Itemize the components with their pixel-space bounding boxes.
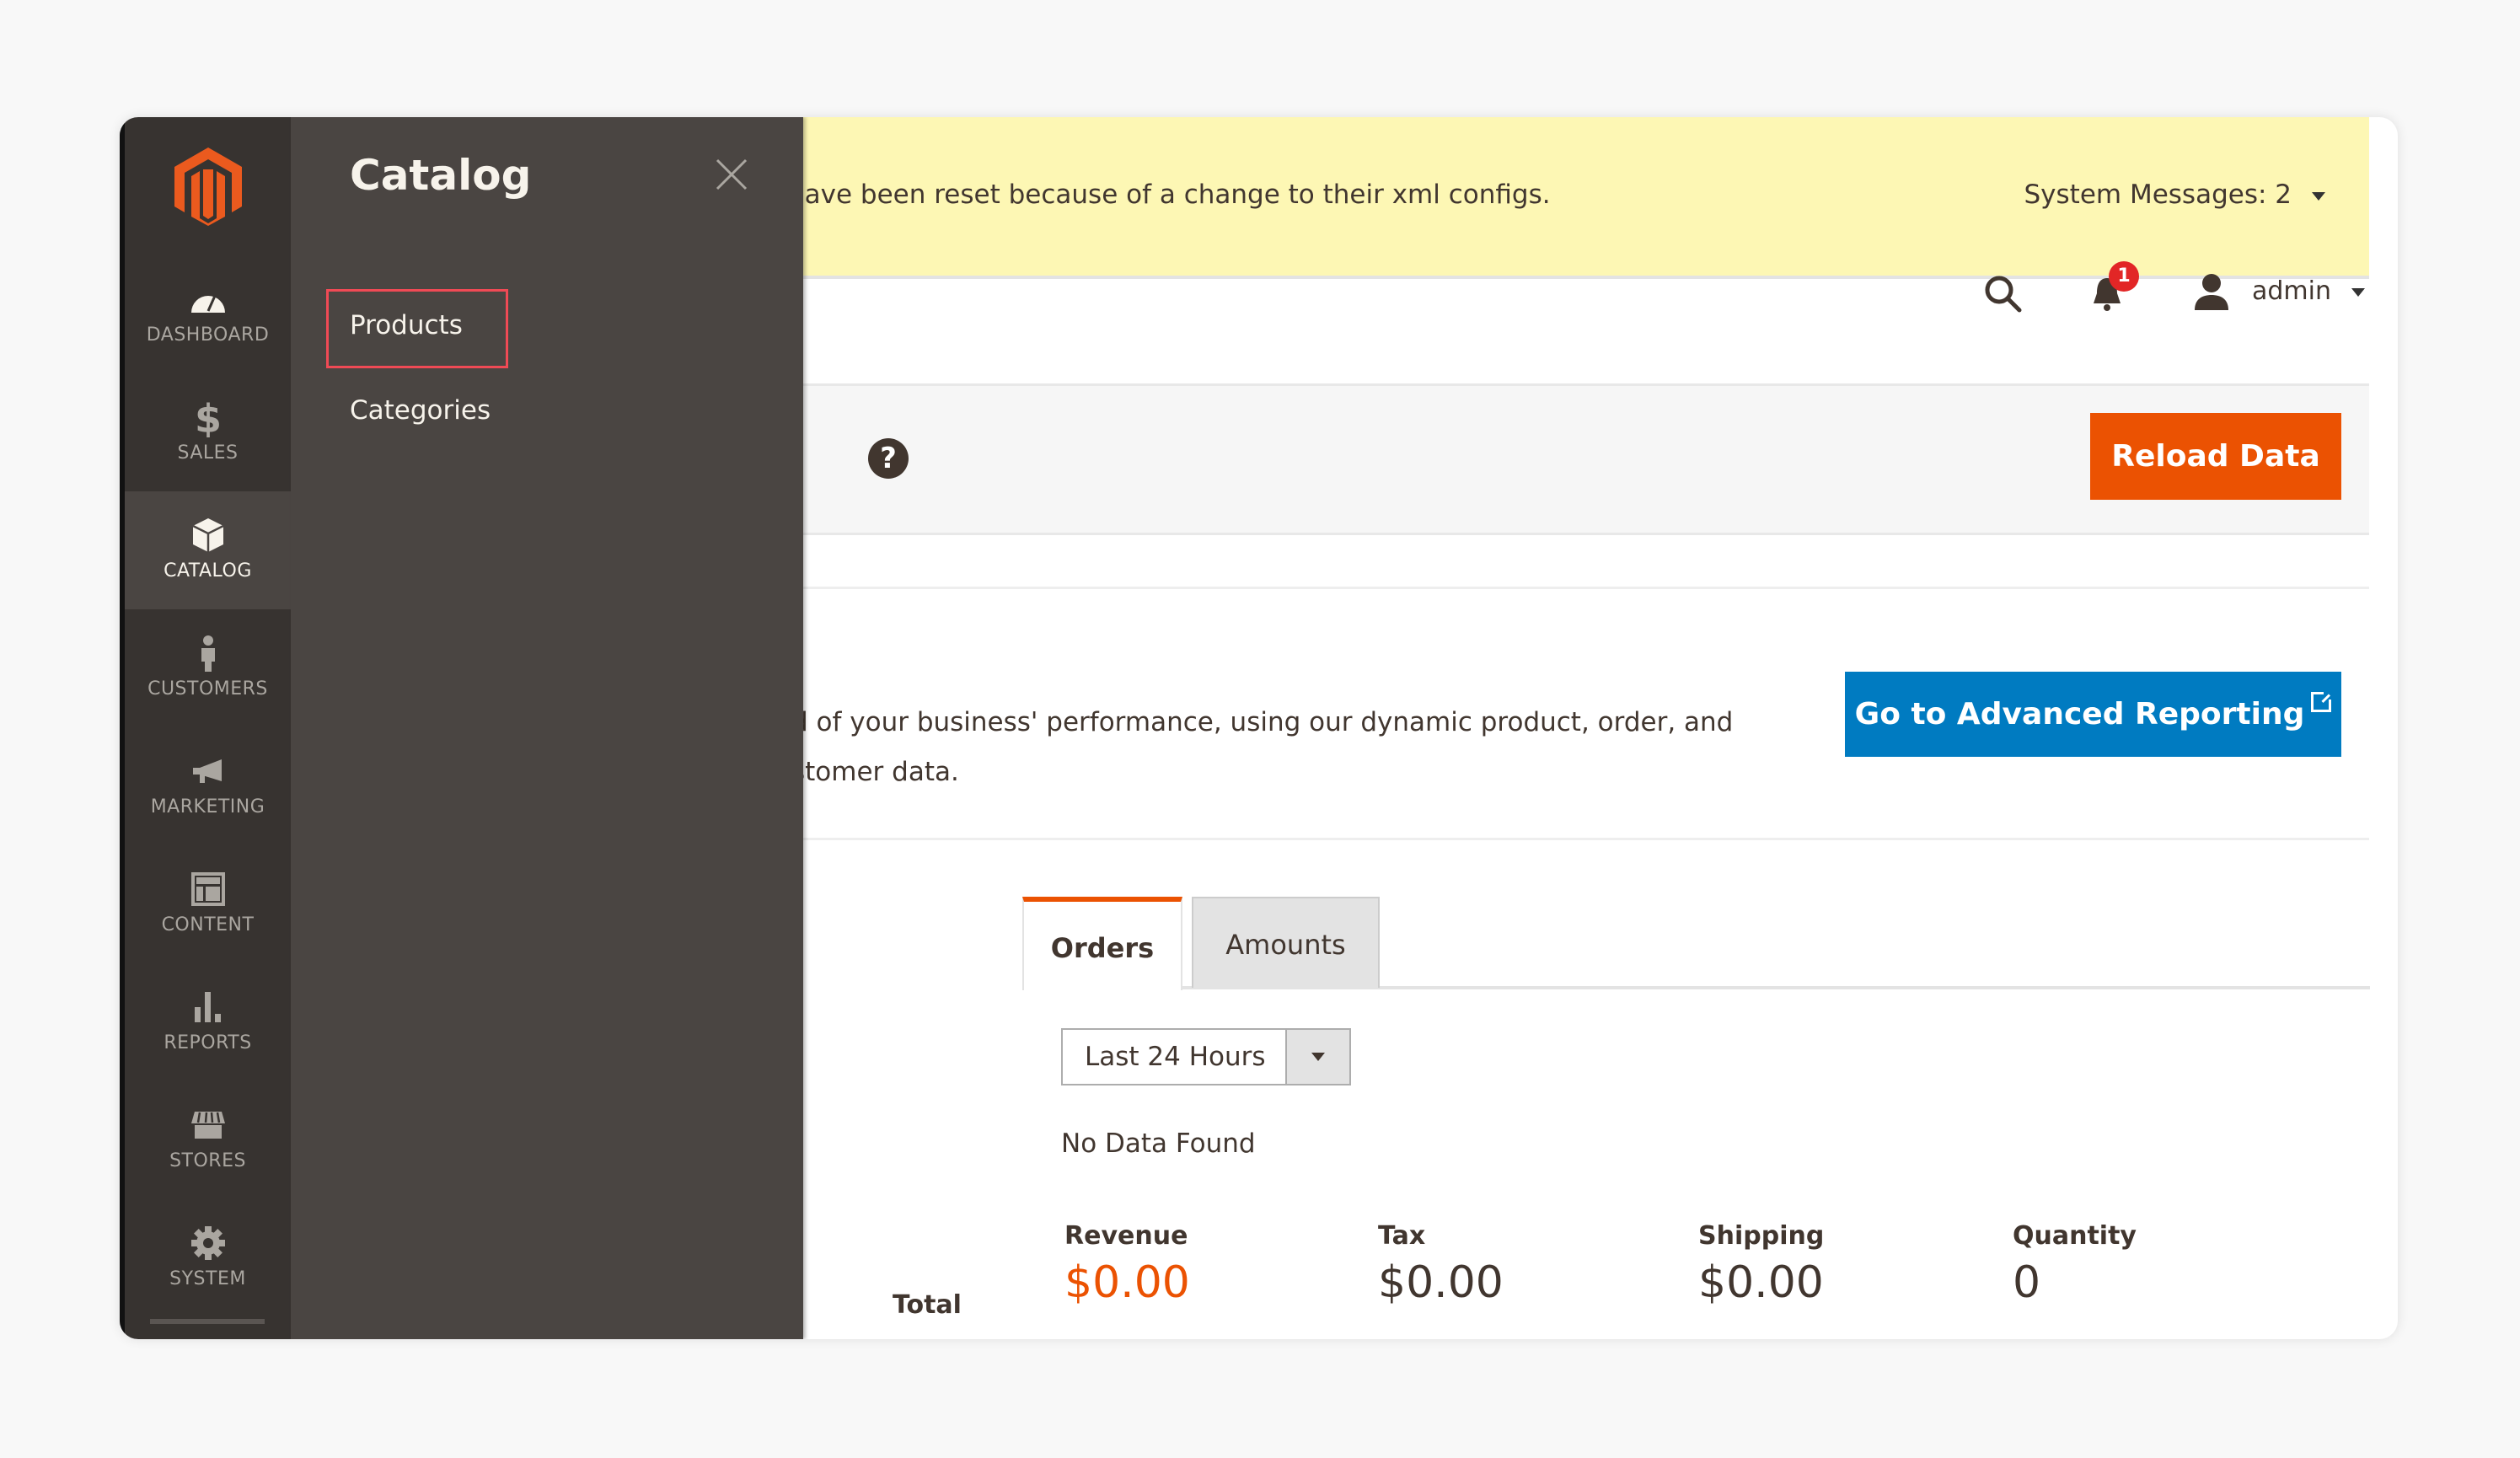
stat-label: Quantity <box>2013 1221 2137 1251</box>
user-menu[interactable]: admin <box>2252 276 2365 306</box>
sidebar-scrollbar[interactable] <box>150 1319 265 1324</box>
sidebar-item-stores[interactable]: STORES <box>125 1081 291 1199</box>
advanced-reporting-label: Go to Advanced Reporting <box>1854 697 2305 732</box>
sidebar-item-label: CONTENT <box>161 914 255 935</box>
reload-data-button[interactable]: Reload Data <box>2090 413 2341 500</box>
magento-logo[interactable] <box>125 117 291 255</box>
stat-revenue: Revenue $0.00 <box>1064 1221 1190 1308</box>
stat-tax: Tax $0.00 <box>1378 1221 1504 1308</box>
period-select-value: Last 24 Hours <box>1085 1042 1266 1072</box>
stat-value: $0.00 <box>1378 1257 1504 1308</box>
tab-orders[interactable]: Orders <box>1022 897 1182 990</box>
system-messages-toggle[interactable]: System Messages: 2 <box>2024 180 2325 210</box>
sidebar-item-marketing[interactable]: MARKETING <box>125 727 291 845</box>
box-icon <box>191 518 224 552</box>
stat-label: Shipping <box>1698 1221 1825 1251</box>
divider <box>710 587 2369 589</box>
user-icon[interactable] <box>2191 271 2232 312</box>
storefront-icon <box>190 1112 225 1139</box>
close-icon[interactable] <box>715 158 748 191</box>
no-data-message: No Data Found <box>1061 1128 1256 1159</box>
gear-icon <box>190 1226 225 1260</box>
system-messages-label: System Messages: 2 <box>2024 180 2292 210</box>
admin-sidebar: DASHBOARD $ SALES CATALOG CUSTOMERS MARK… <box>120 117 291 1339</box>
flyout-title: Catalog <box>350 151 532 200</box>
svg-text:$: $ <box>194 397 221 437</box>
totals-label: Total <box>893 1290 962 1320</box>
sidebar-item-system[interactable]: SYSTEM <box>125 1199 291 1317</box>
advanced-reporting-description-line1: d of your business' performance, using o… <box>791 707 1734 737</box>
dollar-icon: $ <box>194 397 221 437</box>
dashboard-icon <box>190 295 225 313</box>
period-select[interactable]: Last 24 Hours <box>1061 1028 1351 1085</box>
sidebar-item-label: CUSTOMERS <box>147 678 268 700</box>
flyout-link-products[interactable]: Products <box>350 310 463 340</box>
sidebar-item-label: CATALOG <box>164 560 252 582</box>
search-icon[interactable] <box>1982 273 2024 315</box>
bar-chart-icon <box>194 992 221 1022</box>
system-message-text: have been reset because of a change to t… <box>788 180 1551 210</box>
stat-label: Tax <box>1378 1221 1426 1251</box>
tab-amounts[interactable]: Amounts <box>1192 897 1380 988</box>
sidebar-item-label: REPORTS <box>164 1032 252 1053</box>
person-icon <box>201 635 215 672</box>
magento-logo-icon <box>174 147 242 226</box>
sidebar-item-customers[interactable]: CUSTOMERS <box>125 609 291 727</box>
stat-quantity: Quantity 0 <box>2013 1221 2137 1308</box>
sidebar-item-label: SALES <box>177 442 239 464</box>
advanced-reporting-button[interactable]: Go to Advanced Reporting <box>1845 672 2341 757</box>
sidebar-item-reports[interactable]: REPORTS <box>125 963 291 1081</box>
stat-value: 0 <box>2013 1257 2041 1308</box>
stat-value: $0.00 <box>1064 1257 1190 1308</box>
chevron-down-icon[interactable] <box>1285 1030 1349 1084</box>
sidebar-item-label: STORES <box>169 1150 246 1171</box>
stat-label: Revenue <box>1064 1221 1188 1251</box>
admin-window: have been reset because of a change to t… <box>120 117 2398 1339</box>
sidebar-item-label: DASHBOARD <box>146 324 270 346</box>
flyout-link-categories[interactable]: Categories <box>350 395 491 426</box>
sidebar-item-label: SYSTEM <box>169 1268 246 1289</box>
user-name: admin <box>2252 276 2331 306</box>
sidebar-item-content[interactable]: CONTENT <box>125 845 291 963</box>
layout-icon <box>190 872 225 906</box>
advanced-reporting-description-line2: stomer data. <box>791 757 959 787</box>
stat-value: $0.00 <box>1698 1257 1824 1308</box>
system-message-bar: have been reset because of a change to t… <box>710 117 2369 279</box>
divider <box>710 838 2369 840</box>
chevron-down-icon <box>2312 191 2325 201</box>
stat-shipping: Shipping $0.00 <box>1698 1221 1824 1308</box>
megaphone-icon <box>192 759 222 783</box>
sidebar-item-sales[interactable]: $ SALES <box>125 373 291 491</box>
notification-badge: 1 <box>2109 261 2139 292</box>
chevron-down-icon <box>2351 287 2365 297</box>
sidebar-item-dashboard[interactable]: DASHBOARD <box>125 255 291 373</box>
sidebar-item-label: MARKETING <box>150 796 265 817</box>
catalog-flyout-menu: Catalog Products Categories <box>291 117 803 1339</box>
help-icon[interactable]: ? <box>868 438 909 479</box>
external-link-icon <box>2311 691 2333 712</box>
sidebar-item-catalog[interactable]: CATALOG <box>125 491 291 609</box>
